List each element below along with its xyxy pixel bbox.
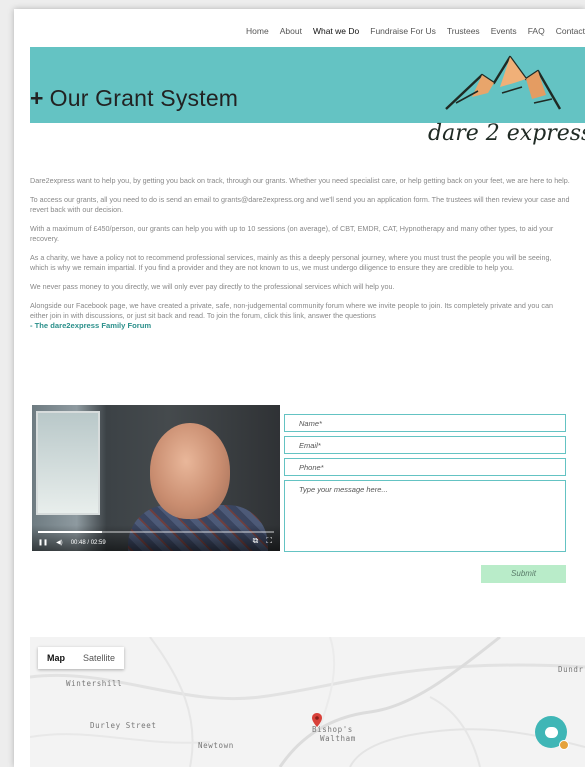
volume-icon[interactable]: ◀) [56, 539, 63, 546]
nav-faq[interactable]: FAQ [528, 26, 545, 36]
nav-events[interactable]: Events [491, 26, 517, 36]
map-label-waltham: Waltham [320, 734, 356, 743]
map-label-durley-street: Durley Street [90, 721, 157, 730]
paragraph-payment: We never pass money to you directly, we … [30, 282, 395, 291]
submit-button[interactable]: Submit [481, 565, 566, 583]
pause-icon[interactable]: ❚❚ [38, 539, 48, 546]
map-type-tabs: Map Satellite [38, 647, 125, 669]
plus-icon: + [30, 85, 44, 111]
hero-banner: + Our Grant System dare 2 express [30, 47, 585, 146]
logo-text: dare 2 express [428, 121, 585, 146]
map-pin-icon[interactable] [312, 713, 322, 727]
chat-icon [544, 726, 558, 738]
video-window [36, 411, 100, 515]
page-title: + Our Grant System [30, 85, 238, 112]
email-field[interactable]: Email* [284, 436, 566, 454]
grant-content: Dare2express want to help you, by gettin… [30, 176, 570, 340]
video-person-head [150, 423, 230, 519]
page-title-text: Our Grant System [49, 85, 239, 111]
video-controls-right: ⧉ ⛶ [253, 536, 272, 546]
video-time: 00:48 / 02:59 [70, 539, 106, 546]
nav-fundraise[interactable]: Fundraise For Us [370, 26, 436, 36]
fullscreen-icon[interactable]: ⛶ [266, 536, 272, 546]
map-label-wintershill: Wintershill [66, 679, 123, 688]
page: Home About What we Do Fundraise For Us T… [14, 9, 585, 767]
nav-what-we-do[interactable]: What we Do [313, 26, 359, 36]
paragraph-policy: As a charity, we have a policy not to re… [30, 253, 552, 272]
paragraph-access: To access our grants, all you need to do… [30, 195, 570, 214]
top-nav: Home About What we Do Fundraise For Us T… [246, 26, 585, 36]
video-progress-fill [38, 531, 102, 533]
map-tab-satellite[interactable]: Satellite [74, 647, 124, 669]
nav-about[interactable]: About [280, 26, 302, 36]
captions-icon[interactable]: ⧉ [253, 536, 259, 546]
video-controls [32, 525, 280, 551]
paragraph-forum: Alongside our Facebook page, we have cre… [30, 301, 570, 331]
chat-button[interactable] [535, 716, 569, 750]
video-controls-left: ❚❚ ◀) 00:48 / 02:59 [38, 539, 106, 547]
chat-notification-dot [559, 740, 569, 750]
video-progress-bar[interactable] [38, 531, 274, 533]
map-widget[interactable]: Map Satellite Wintershill Durley Street … [30, 637, 585, 767]
name-field[interactable]: Name* [284, 414, 566, 432]
nav-contact[interactable]: Contact [556, 26, 585, 36]
map-label-newtown: Newtown [198, 741, 234, 750]
nav-trustees[interactable]: Trustees [447, 26, 480, 36]
nav-home[interactable]: Home [246, 26, 269, 36]
paragraph-intro: Dare2express want to help you, by gettin… [30, 176, 570, 185]
map-tab-map[interactable]: Map [38, 647, 74, 669]
forum-link[interactable]: - The dare2express Family Forum [30, 321, 151, 330]
paragraph-forum-text: Alongside our Facebook page, we have cre… [30, 301, 553, 320]
message-field[interactable]: Type your message here... [284, 480, 566, 552]
video-player[interactable]: ❚❚ ◀) 00:48 / 02:59 ⧉ ⛶ [32, 405, 280, 551]
map-label-dundridge: Dundr [558, 665, 584, 674]
mountain-logo-icon [445, 55, 562, 110]
paragraph-maximum: With a maximum of £450/person, our grant… [30, 224, 554, 243]
contact-form: Name* Email* Phone* Type your message he… [284, 414, 566, 556]
phone-field[interactable]: Phone* [284, 458, 566, 476]
